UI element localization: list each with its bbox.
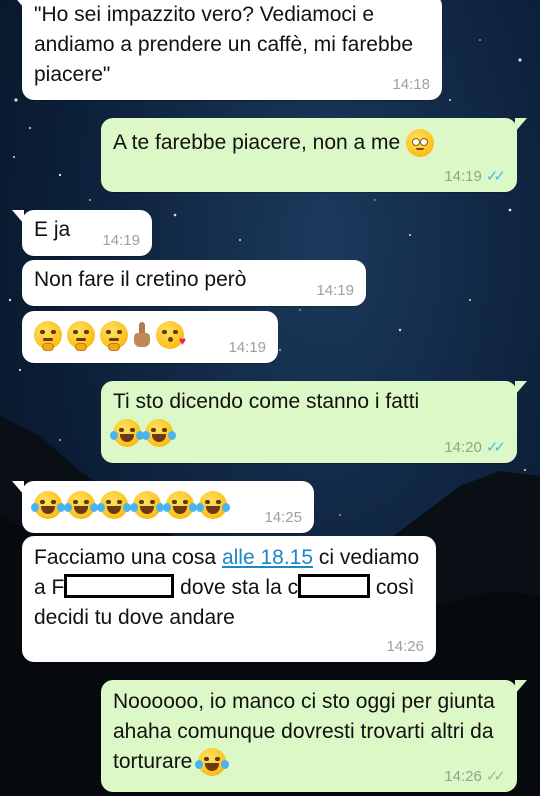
message-text: Facciamo una cosa alle 18.15 ci vediamo … (34, 546, 420, 629)
message-text: "Ho sei impazzito vero? Vediamoci e andi… (34, 3, 414, 86)
delivered-receipt-icon: ✓✓ (485, 768, 506, 785)
message-time: 14:18 (392, 76, 430, 93)
message-time: 14:19 ✓✓ (444, 168, 506, 186)
message-incoming[interactable]: E ja 14:19 (12, 210, 152, 256)
thinking-face-icon (34, 321, 62, 351)
message-time: 14:26 ✓✓ (444, 768, 506, 786)
face-with-tears-of-joy-icon (142, 419, 176, 447)
face-with-tears-of-joy-icon (196, 491, 230, 519)
message-emoji: ♥ (34, 321, 186, 351)
message-time: 14:25 (264, 509, 302, 526)
read-receipt-icon: ✓✓ (485, 168, 506, 185)
thinking-face-icon (67, 321, 95, 351)
face-with-tears-of-joy-icon (130, 491, 164, 519)
face-with-tears-of-joy-icon (163, 491, 197, 519)
time-link[interactable]: alle 18.15 (222, 546, 313, 569)
face-with-tears-of-joy-icon (97, 491, 131, 519)
message-incoming[interactable]: 14:25 (12, 481, 314, 533)
message-time: 14:26 (386, 638, 424, 655)
message-text: A te farebbe piacere, non a me (113, 128, 505, 158)
message-outgoing[interactable]: Ti sto dicendo come stanno i fatti 14:20… (101, 381, 527, 463)
redaction-box (298, 574, 371, 598)
face-with-tears-of-joy-icon (64, 491, 98, 519)
message-text: Ti sto dicendo come stanno i fatti (113, 390, 420, 413)
message-incoming[interactable]: "Ho sei impazzito vero? Vediamoci e andi… (12, 0, 442, 100)
face-blowing-kiss-icon: ♥ (156, 321, 186, 349)
read-receipt-icon: ✓✓ (485, 439, 506, 456)
middle-finger-icon (133, 321, 151, 349)
face-with-tears-of-joy-icon (195, 748, 230, 777)
message-outgoing[interactable]: A te farebbe piacere, non a me 14:19 ✓✓ (101, 118, 527, 192)
message-incoming[interactable]: Non fare il cretino però 14:19 (22, 260, 366, 306)
message-time: 14:20 ✓✓ (444, 439, 506, 457)
message-text: Noooooo, io manco ci sto oggi per giunta… (113, 687, 505, 777)
message-time: 14:19 (102, 232, 140, 249)
message-outgoing[interactable]: Noooooo, io manco ci sto oggi per giunta… (101, 680, 527, 792)
message-text: Non fare il cretino però (34, 268, 247, 291)
face-with-rolling-eyes-icon (406, 129, 435, 158)
message-incoming[interactable]: Facciamo una cosa alle 18.15 ci vediamo … (22, 536, 436, 662)
face-with-tears-of-joy-icon (31, 491, 65, 519)
thinking-face-icon (100, 321, 128, 351)
redaction-box (64, 574, 175, 598)
face-with-tears-of-joy-icon (110, 419, 144, 447)
message-emoji (110, 419, 176, 447)
message-emoji (31, 491, 230, 519)
message-incoming[interactable]: ♥ 14:19 (22, 311, 278, 363)
chat-thread: "Ho sei impazzito vero? Vediamoci e andi… (0, 0, 540, 796)
message-time: 14:19 (316, 282, 354, 299)
message-time: 14:19 (228, 339, 266, 356)
